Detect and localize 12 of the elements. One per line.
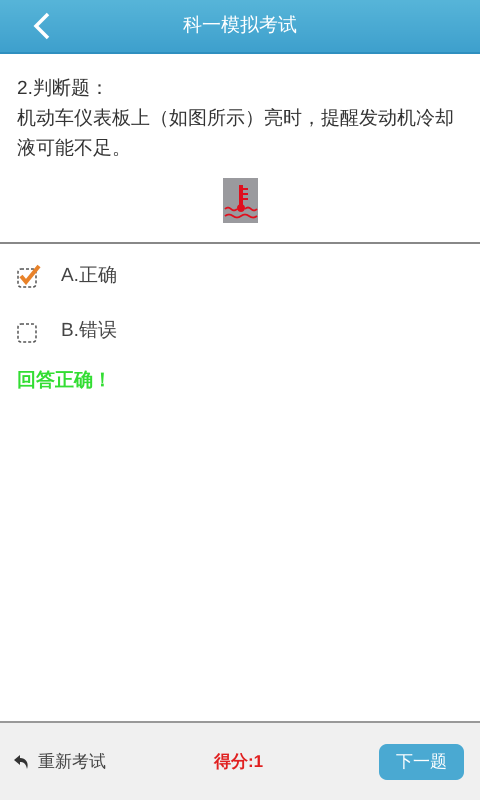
answer-option[interactable]: B.错误 bbox=[0, 316, 480, 345]
restart-button[interactable]: 重新考试 bbox=[14, 748, 164, 774]
return-icon bbox=[14, 754, 30, 768]
window-title: 科一模拟考试 bbox=[183, 14, 297, 38]
checkbox[interactable] bbox=[17, 264, 41, 288]
question-text: 机动车仪表板上（如图所示）亮时，提醒发动机冷却液可能不足。 bbox=[17, 107, 455, 161]
back-icon bbox=[33, 12, 51, 40]
question-type: 2.判断题： bbox=[17, 77, 110, 101]
answer-option[interactable]: A.正确 bbox=[0, 262, 480, 290]
coolant-temperature-icon bbox=[222, 178, 258, 223]
feedback-message: 回答正确！ bbox=[16, 369, 113, 393]
score-text: 得分:1 bbox=[214, 750, 264, 773]
